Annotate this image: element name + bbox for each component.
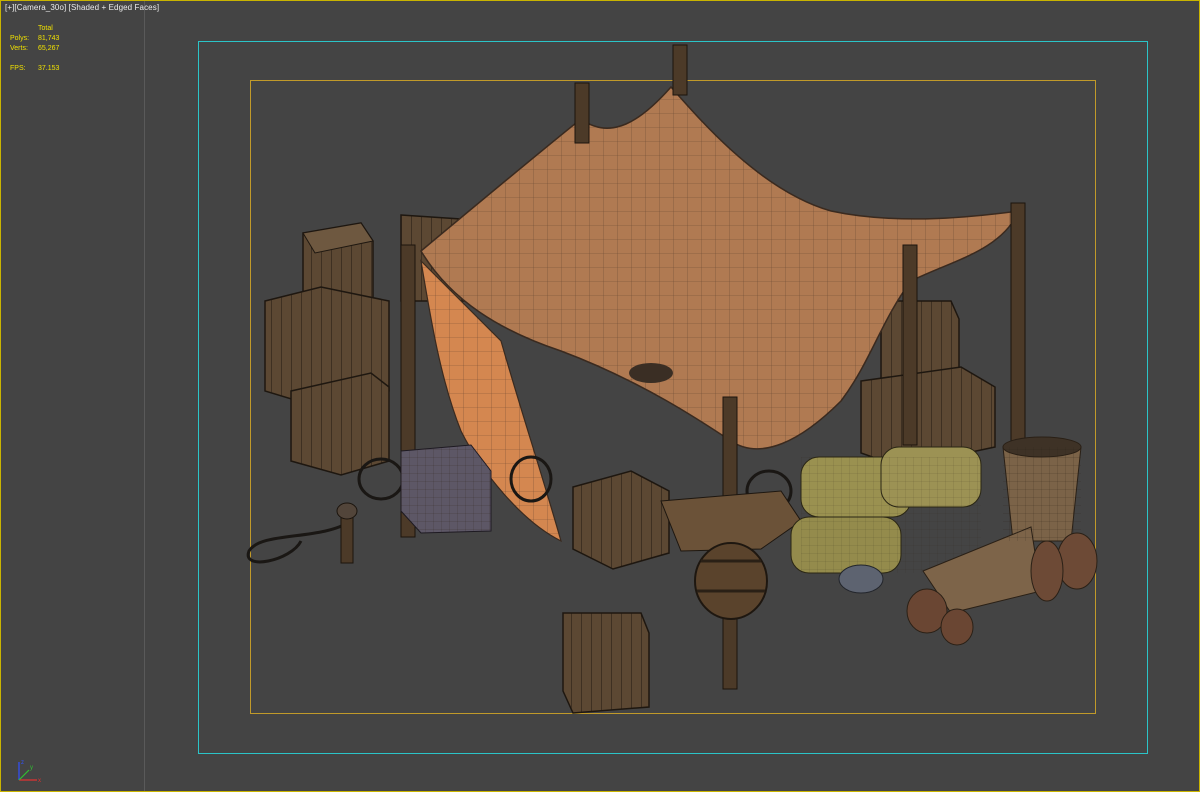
axis-x-label: x <box>38 778 41 784</box>
axis-y-label: y <box>30 765 33 771</box>
center-crates <box>572 470 802 620</box>
scene-model-render[interactable] <box>1 1 1200 792</box>
grain-sacks <box>790 446 982 574</box>
3d-viewport[interactable]: [+][Camera_30o] [Shaded + Edged Faces] T… <box>0 0 1200 792</box>
folded-rugs <box>400 444 492 534</box>
axis-tripod-icon: x y z <box>18 760 41 784</box>
axis-z-label: z <box>21 760 24 766</box>
front-crate <box>562 612 650 714</box>
torch-prop <box>336 502 358 564</box>
